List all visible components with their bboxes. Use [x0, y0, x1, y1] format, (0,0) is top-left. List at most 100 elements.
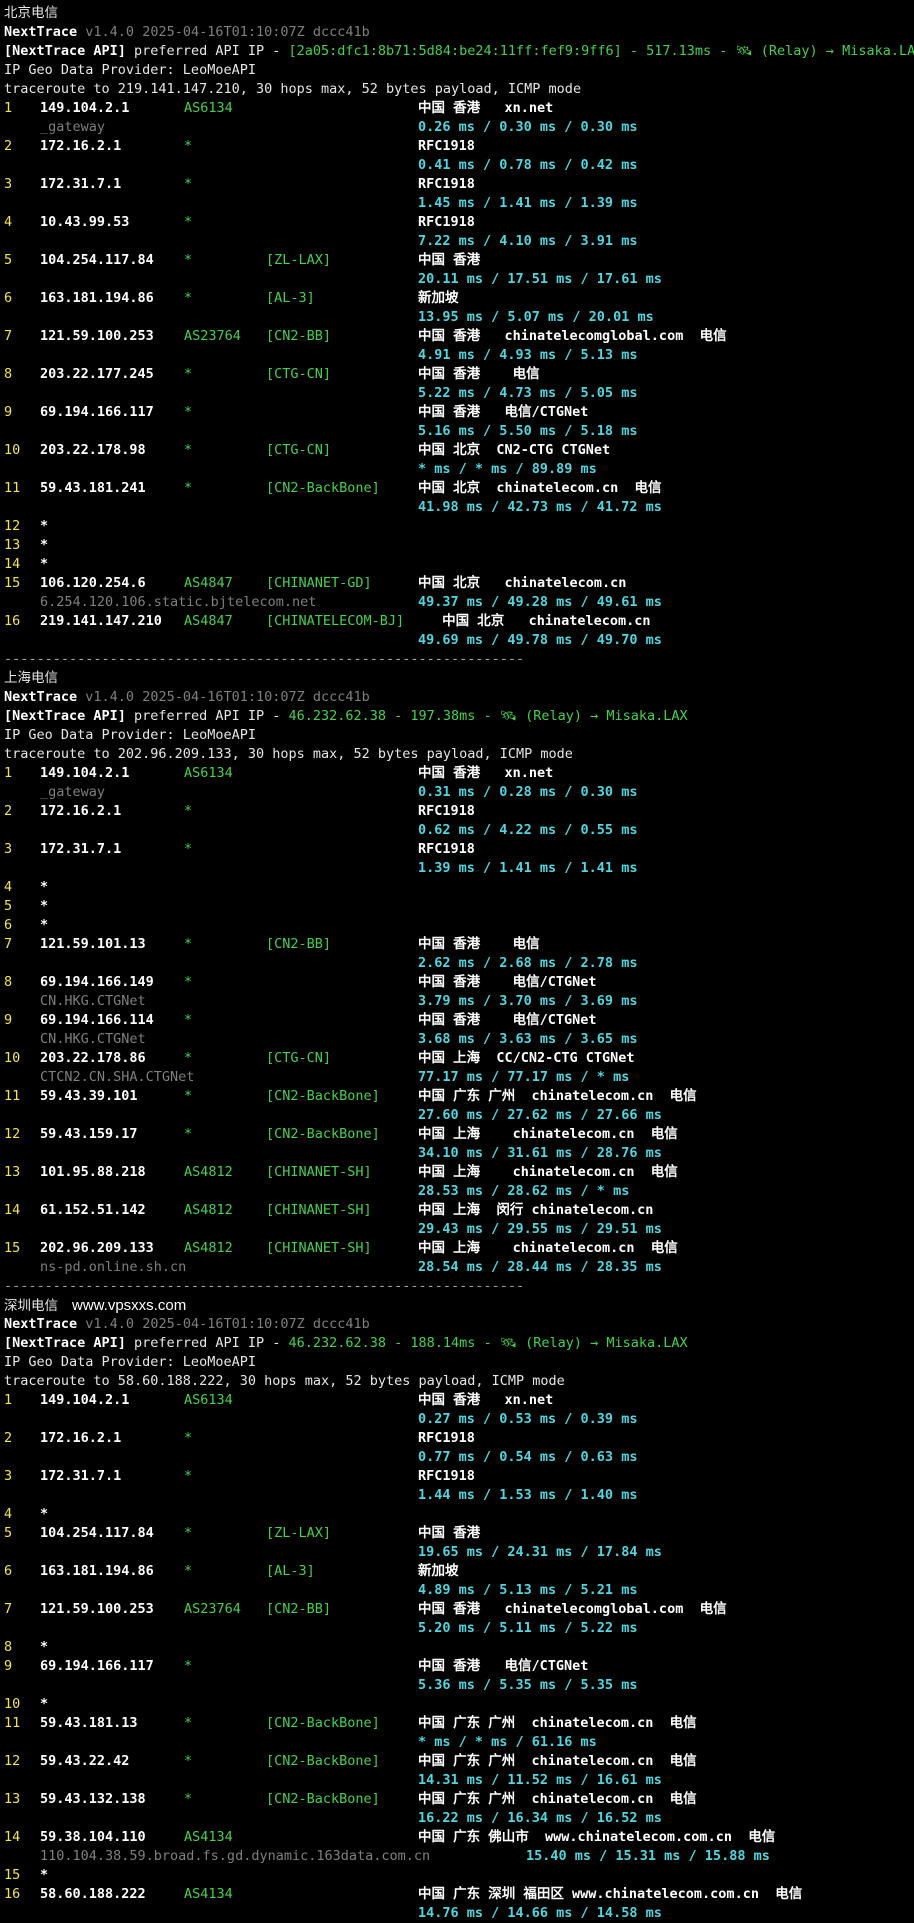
hop-row: 8 69.194.166.149 * 中国 香港 电信/CTGNet [4, 973, 910, 992]
hop-geo: RFC1918 [418, 138, 475, 154]
hop-number: 1 [4, 765, 13, 781]
hop-ip: 101.95.88.218 [40, 1164, 146, 1180]
hop-ip: 149.104.2.1 [40, 765, 130, 781]
version-line: NextTrace v1.4.0 2025-04-16T01:10:07Z dc… [4, 23, 910, 42]
hop-row: 5 104.254.117.84 * [ZL-LAX] 中国 香港 [4, 251, 910, 270]
hop-ip: 10.43.99.53 [40, 214, 130, 230]
separator-dashes: ----------------------------------------… [4, 651, 525, 667]
hop-row: 3 172.31.7.1 * RFC1918 [4, 1467, 910, 1486]
hop-row: 4 * [4, 878, 910, 897]
hop-ip: * [40, 1506, 49, 1522]
hop-rtt: 34.10 ms / 31.61 ms / 28.76 ms [418, 1145, 662, 1161]
hop-number: 9 [4, 1658, 13, 1674]
hop-number: 12 [4, 518, 21, 534]
hop-hostname: _gateway [40, 784, 106, 800]
traceroute-target: traceroute to 219.141.147.210, 30 hops m… [4, 81, 582, 97]
hop-row: 14 59.38.104.110 AS4134 中国 广东 佛山市 www.china… [4, 1828, 910, 1847]
hop-number: 11 [4, 1088, 21, 1104]
hop-number: 16 [4, 613, 21, 629]
hop-asn: * [184, 366, 193, 382]
hop-hostname: 110.104.38.59.broad.fs.gd.dynamic.163dat… [40, 1848, 431, 1864]
hop-ip: 59.43.132.138 [40, 1791, 146, 1807]
api-mid: preferred API IP - [125, 708, 289, 724]
hop-detail-row: 5.20 ms / 5.11 ms / 5.22 ms [4, 1619, 910, 1638]
hop-geo: 中国 北京 CN2-CTG CTGNet [418, 442, 611, 458]
hop-ip: 172.31.7.1 [40, 176, 122, 192]
hop-asn: AS4134 [184, 1829, 233, 1845]
traceroute-target: traceroute to 202.96.209.133, 30 hops ma… [4, 746, 573, 762]
traceroute-line: traceroute to 202.96.209.133, 30 hops ma… [4, 745, 910, 764]
hop-detail-row: 13.95 ms / 5.07 ms / 20.01 ms [4, 308, 910, 327]
hop-rtt: 2.62 ms / 2.68 ms / 2.78 ms [418, 955, 638, 971]
hop-ip: 59.43.181.241 [40, 480, 146, 496]
hop-number: 13 [4, 1791, 21, 1807]
hop-asn: * [184, 1050, 193, 1066]
hop-geo: 中国 广东 广州 chinatelecom.cn 电信 [418, 1791, 697, 1807]
hop-geo: 中国 广东 广州 chinatelecom.cn 电信 [418, 1715, 697, 1731]
api-mid: preferred API IP - [125, 1335, 289, 1351]
hop-geo: 中国 香港 电信/CTGNet [418, 1658, 589, 1674]
hop-asn: * [184, 1658, 193, 1674]
hop-ip: 69.194.166.117 [40, 1658, 154, 1674]
hop-ip: 59.43.159.17 [40, 1126, 138, 1142]
hop-detail-row: 41.98 ms / 42.73 ms / 41.72 ms [4, 498, 910, 517]
hop-rtt: * ms / * ms / 89.89 ms [418, 461, 597, 477]
watermark-text: www.vpsxxs.com [72, 1297, 187, 1314]
hop-row: 13 101.95.88.218 AS4812 [CHINANET-SH] 中国 上海 … [4, 1163, 910, 1182]
hop-ip: 203.22.178.86 [40, 1050, 146, 1066]
api-tail: - 188.14ms - 🛰 (Relay) → Misaka.LAX [386, 1335, 688, 1351]
hop-ip: 59.43.39.101 [40, 1088, 138, 1104]
hop-row: 16 58.60.188.222 AS4134 中国 广东 深圳 福田区 www.ch… [4, 1885, 910, 1904]
hop-number: 2 [4, 138, 13, 154]
hop-ip: * [40, 879, 49, 895]
hop-number: 16 [4, 1886, 21, 1902]
hop-asn: AS23764 [184, 328, 241, 344]
hop-row: 10 * [4, 1695, 910, 1714]
hop-ip: * [40, 518, 49, 534]
version-line: NextTrace v1.4.0 2025-04-16T01:10:07Z dc… [4, 688, 910, 707]
hop-tag: [CN2-BackBone] [266, 1753, 380, 1769]
hop-detail-row: 20.11 ms / 17.51 ms / 17.61 ms [4, 270, 910, 289]
hop-ip: 104.254.117.84 [40, 1525, 154, 1541]
hop-asn: * [184, 1468, 193, 1484]
api-line: [NextTrace API] preferred API IP - 46.23… [4, 1334, 910, 1353]
hop-row: 1 149.104.2.1 AS6134 中国 香港 xn.net [4, 1391, 910, 1410]
hop-ip: 121.59.100.253 [40, 328, 154, 344]
version-line: NextTrace v1.4.0 2025-04-16T01:10:07Z dc… [4, 1315, 910, 1334]
hop-asn: * [184, 1126, 193, 1142]
hop-number: 7 [4, 936, 13, 952]
hop-asn: * [184, 252, 193, 268]
hop-tag: [CN2-BB] [266, 328, 332, 344]
hop-rtt: 0.62 ms / 4.22 ms / 0.55 ms [418, 822, 638, 838]
tool-version: v1.4.0 2025-04-16T01:10:07Z dccc41b [85, 1316, 370, 1332]
hop-hostname: CTCN2.CN.SHA.CTGNet [40, 1069, 195, 1085]
hop-ip: 219.141.147.210 [40, 613, 162, 629]
hop-row: 1 149.104.2.1 AS6134 中国 香港 xn.net [4, 764, 910, 783]
hop-asn: * [184, 841, 193, 857]
hop-geo: 中国 香港 电信/CTGNet [418, 404, 589, 420]
hop-row: 3 172.31.7.1 * RFC1918 [4, 175, 910, 194]
hop-geo: 中国 上海 CC/CN2-CTG CTGNet [418, 1050, 635, 1066]
hop-ip: 172.16.2.1 [40, 1430, 122, 1446]
hop-row: 12 * [4, 517, 910, 536]
hop-geo: 中国 香港 xn.net [418, 765, 554, 781]
hop-ip: 149.104.2.1 [40, 1392, 130, 1408]
api-prefix: [NextTrace API] [4, 43, 126, 59]
tool-name: NextTrace [4, 24, 78, 40]
hop-tag: [CHINANET-SH] [266, 1240, 372, 1256]
hop-asn: AS4847 [184, 613, 233, 629]
hop-tag: [CN2-BackBone] [266, 1715, 380, 1731]
hop-rtt: 3.79 ms / 3.70 ms / 3.69 ms [418, 993, 638, 1009]
hop-row: 6 * [4, 916, 910, 935]
hop-asn: * [184, 442, 193, 458]
hop-geo: 中国 上海 chinatelecom.cn 电信 [418, 1126, 678, 1142]
hop-asn: * [184, 290, 193, 306]
hop-detail-row: 49.69 ms / 49.78 ms / 49.70 ms [4, 631, 910, 650]
hop-tag: [CN2-BB] [266, 936, 332, 952]
hop-ip: 59.43.181.13 [40, 1715, 138, 1731]
api-ip: [2a05:dfc1:8b71:5d84:be24:11ff:fef9:9ff6… [288, 43, 622, 59]
api-mid: preferred API IP - [125, 43, 289, 59]
api-ip: 46.232.62.38 [288, 1335, 387, 1351]
hop-row: 6 163.181.194.86 * [AL-3] 新加坡 [4, 1562, 910, 1581]
hop-geo: 中国 香港 xn.net [418, 1392, 554, 1408]
